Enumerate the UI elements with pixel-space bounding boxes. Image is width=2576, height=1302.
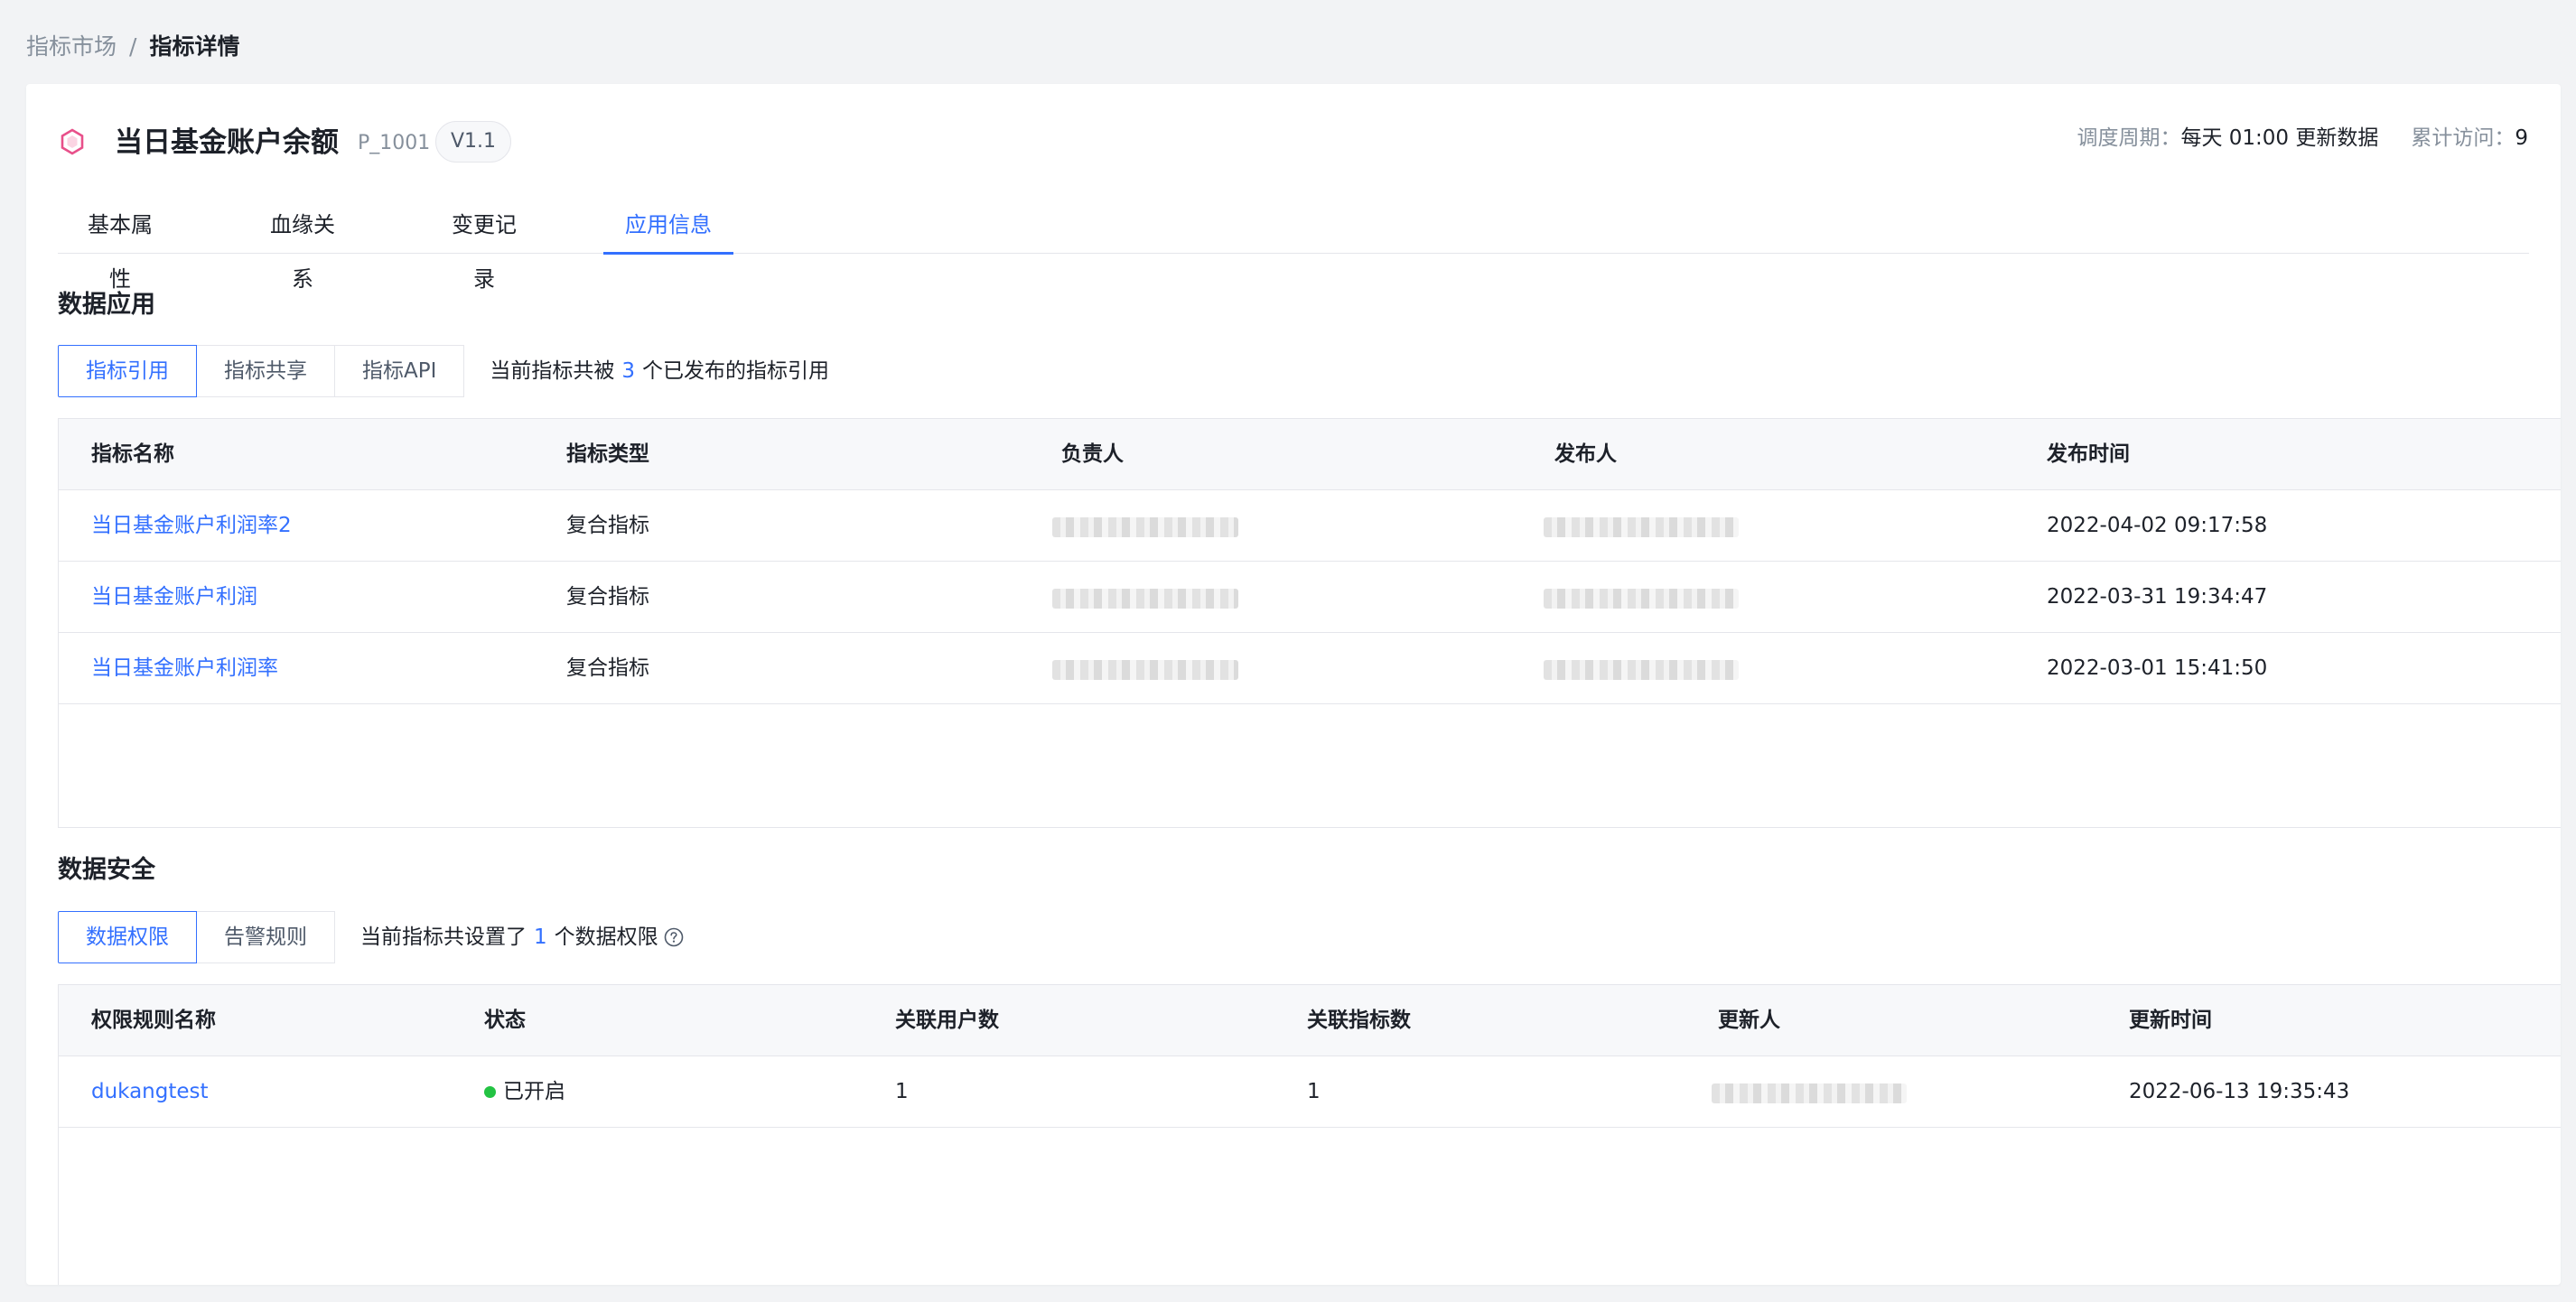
section-title-data-application: 数据应用 [58,291,155,319]
column-header: 状态 [484,1009,526,1032]
security-info-suffix: 个数据权限 [554,925,658,949]
table-row: 当日基金账户利润率2 复合指标 2022-04-02 09:17:58 [59,490,2561,562]
column-header: 指标类型 [566,442,649,466]
schedule-label: 调度周期： [2077,126,2181,150]
column-header: 指标名称 [91,442,174,466]
question-circle-icon[interactable] [664,927,684,947]
detail-tabs: 基本属性 血缘关系 变更记录 应用信息 [58,198,2529,292]
schedule-value: 每天 01:00 更新数据 [2180,126,2379,150]
metric-meta: 调度周期： 每天 01:00 更新数据 累计访问： 9 [2077,122,2528,154]
metric-title: 当日基金账户余额 [115,126,339,159]
publish-time: 2022-03-31 19:34:47 [2047,585,2268,609]
redacted-publisher [1544,589,1739,609]
column-header: 发布人 [1554,442,1617,466]
reference-table: 指标名称 指标类型 负责人 发布人 发布时间 当日基金账户利润率2 复合指标 2… [58,418,2561,828]
breadcrumb-parent[interactable]: 指标市场 [26,31,117,63]
segment-metric-share[interactable]: 指标共享 [196,345,335,397]
column-header: 关联指标数 [1307,1009,1411,1032]
metric-name-link[interactable]: 当日基金账户利润率2 [91,490,292,562]
segment-metric-api[interactable]: 指标API [334,345,465,397]
redacted-updater [1712,1083,1907,1103]
security-info-prefix: 当前指标共设置了 [360,925,527,949]
detail-card: 当日基金账户余额 P_1001 V1.1 调度周期： 每天 01:00 更新数据… [26,84,2561,1285]
status-text: 已开启 [503,1080,565,1103]
visits-value: 9 [2515,126,2528,150]
status-on-icon [484,1086,496,1098]
permission-table-header: 权限规则名称 状态 关联用户数 关联指标数 更新人 更新时间 [59,985,2561,1056]
security-info-count: 1 [534,925,547,949]
metric-type: 复合指标 [566,514,649,537]
tab-lineage[interactable]: 血缘关系 [266,198,340,292]
metric-type: 复合指标 [566,585,649,609]
column-header: 负责人 [1061,442,1124,466]
column-header: 发布时间 [2047,442,2130,466]
breadcrumb-current: 指标详情 [149,33,240,60]
table-row: 当日基金账户利润 复合指标 2022-03-31 19:34:47 [59,562,2561,633]
hexagon-icon [61,128,84,155]
permission-table: 权限规则名称 状态 关联用户数 关联指标数 更新人 更新时间 dukangtes… [58,984,2561,1285]
metric-code: P_1001 [358,132,431,154]
segment-metric-reference[interactable]: 指标引用 [58,345,197,397]
update-time: 2022-06-13 19:35:43 [2129,1080,2350,1103]
section-title-data-security: 数据安全 [58,856,155,884]
security-info: 当前指标共设置了 1 个数据权限 [360,911,684,963]
segment-alert-rules[interactable]: 告警规则 [196,911,335,963]
redacted-publisher [1544,517,1739,537]
application-info: 当前指标共被 3 个已发布的指标引用 [490,345,829,397]
application-segment: 指标引用 指标共享 指标API 当前指标共被 3 个已发布的指标引用 [58,345,829,397]
table-row: dukangtest 已开启 1 1 2022-06-13 19:35:43 [59,1056,2561,1128]
metric-name-link[interactable]: 当日基金账户利润 [91,562,257,633]
column-header: 更新人 [1718,1009,1780,1032]
column-header: 关联用户数 [895,1009,999,1032]
related-metrics-count: 1 [1307,1080,1321,1103]
related-users-count: 1 [895,1080,909,1103]
metric-name-link[interactable]: 当日基金账户利润率 [91,633,278,704]
metric-header: 当日基金账户余额 P_1001 V1.1 调度周期： 每天 01:00 更新数据… [58,116,2561,171]
redacted-owner [1052,589,1238,609]
version-badge[interactable]: V1.1 [435,121,512,163]
redacted-publisher [1544,660,1739,680]
tab-basic[interactable]: 基本属性 [83,198,157,292]
publish-time: 2022-03-01 15:41:50 [2047,656,2268,680]
application-info-suffix: 个已发布的指标引用 [642,359,830,383]
rule-name-link[interactable]: dukangtest [91,1056,209,1128]
visits-label: 累计访问： [2411,126,2515,150]
application-info-count: 3 [621,359,636,383]
publish-time: 2022-04-02 09:17:58 [2047,514,2268,537]
breadcrumb: 指标市场 / 指标详情 [26,31,239,63]
segment-data-permission[interactable]: 数据权限 [58,911,197,963]
tab-application[interactable]: 应用信息 [603,198,733,255]
redacted-owner [1052,660,1238,680]
metric-type: 复合指标 [566,656,649,680]
column-header: 更新时间 [2129,1009,2212,1032]
security-segment: 数据权限 告警规则 当前指标共设置了 1 个数据权限 [58,911,684,963]
tab-changelog[interactable]: 变更记录 [447,198,521,292]
breadcrumb-separator: / [129,33,137,60]
redacted-owner [1052,517,1238,537]
reference-table-header: 指标名称 指标类型 负责人 发布人 发布时间 [59,419,2561,490]
application-info-prefix: 当前指标共被 [490,359,615,383]
status-cell: 已开启 [484,1056,565,1128]
column-header: 权限规则名称 [91,1009,216,1032]
table-row: 当日基金账户利润率 复合指标 2022-03-01 15:41:50 [59,633,2561,704]
